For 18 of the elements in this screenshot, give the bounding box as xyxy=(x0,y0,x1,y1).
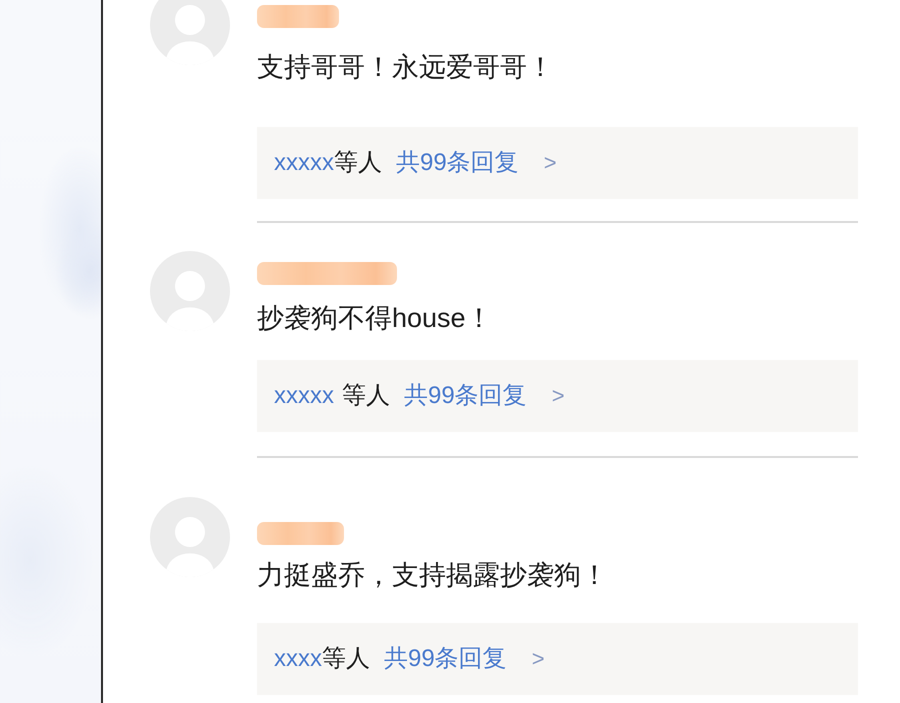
comment-text: 抄袭狗不得house！ xyxy=(257,302,494,335)
chevron-icon[interactable]: > xyxy=(552,381,565,411)
comment-text: 支持哥哥！永远爱哥哥！ xyxy=(257,51,555,84)
reply-preview-box[interactable]: xxxxx 等人 共99条回复 > xyxy=(257,360,858,432)
reply-count-link[interactable]: 共99条回复 xyxy=(396,148,519,178)
reply-preview-box[interactable]: xxxx等人 共99条回复 > xyxy=(257,623,858,695)
comment-text: 力挺盛乔，支持揭露抄袭狗！ xyxy=(257,559,609,592)
chevron-icon[interactable]: > xyxy=(544,148,557,178)
reply-count-link[interactable]: 共99条回复 xyxy=(384,644,507,674)
reply-users-link[interactable]: xxxxx xyxy=(274,148,334,178)
chevron-icon[interactable]: > xyxy=(532,644,545,674)
reply-users-link[interactable]: xxxx xyxy=(274,644,322,674)
reply-users-link[interactable]: xxxxx xyxy=(274,381,334,411)
others-label: 等人 xyxy=(342,381,390,411)
others-label: 等人 xyxy=(334,148,382,178)
reply-count-link[interactable]: 共99条回复 xyxy=(404,381,527,411)
others-label: 等人 xyxy=(322,644,370,674)
reply-preview-box[interactable]: xxxxx等人 共99条回复 > xyxy=(257,127,858,199)
